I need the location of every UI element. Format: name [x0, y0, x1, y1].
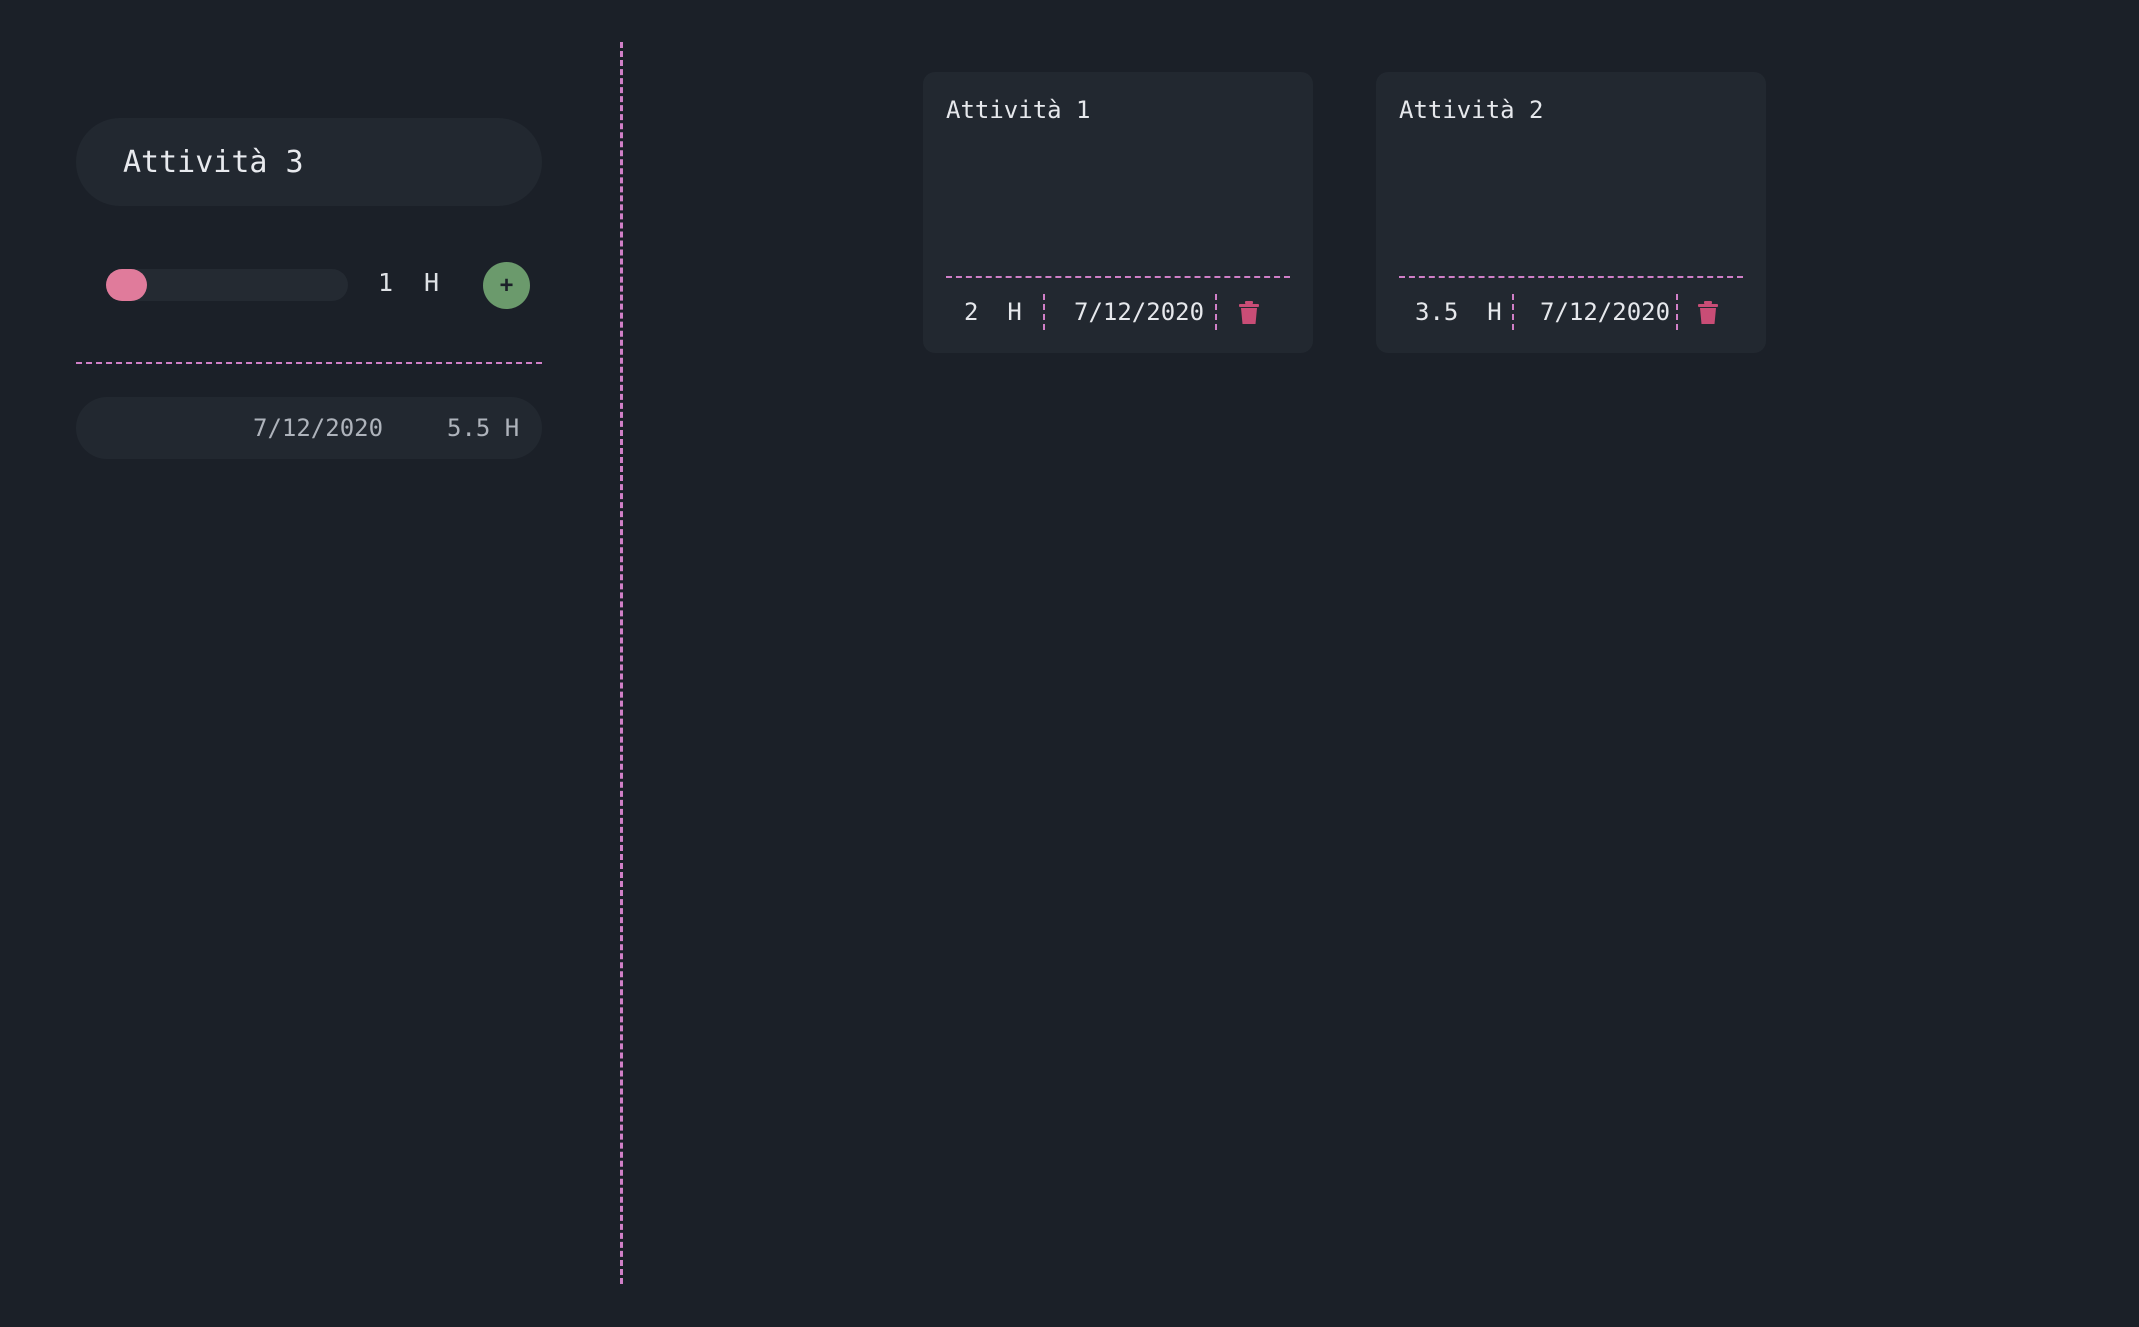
trash-icon[interactable] — [1697, 301, 1719, 325]
task-card: Attività 1 2 H 7/12/2020 — [923, 72, 1313, 353]
task-name-input[interactable]: Attività 3 — [76, 118, 542, 206]
task-card: Attività 2 3.5 H 7/12/2020 — [1376, 72, 1766, 353]
app-root: Attività 3 1 H + 7/12/2020 5.5 H Attivit… — [0, 0, 2139, 1327]
footer-separator — [1215, 294, 1217, 330]
hours-unit: H — [424, 268, 440, 297]
task-card-hours: 2 H — [964, 298, 1022, 326]
summary-date: 7/12/2020 — [253, 414, 384, 442]
task-name-value: Attività 3 — [123, 144, 304, 180]
footer-separator — [1676, 294, 1678, 330]
trash-icon[interactable] — [1238, 301, 1260, 325]
task-card-footer: 3.5 H 7/12/2020 — [1399, 294, 1743, 330]
hours-slider[interactable] — [106, 269, 348, 301]
hours-selector: 1 H + — [106, 262, 532, 309]
summary-total-hours: 5.5 H — [447, 414, 520, 442]
plus-icon: + — [499, 271, 514, 299]
vertical-divider — [620, 42, 623, 1284]
task-card-date: 7/12/2020 — [1540, 298, 1671, 326]
hours-slider-fill[interactable] — [106, 269, 148, 301]
task-card-divider — [1399, 276, 1743, 278]
task-card-divider — [946, 276, 1290, 278]
task-card-hours: 3.5 H — [1415, 298, 1502, 326]
sidebar: Attività 3 1 H + 7/12/2020 5.5 H — [0, 0, 620, 1327]
hours-value: 1 — [378, 268, 394, 297]
task-card-footer: 2 H 7/12/2020 — [946, 294, 1290, 330]
task-card-date: 7/12/2020 — [1074, 298, 1205, 326]
footer-separator — [1043, 294, 1045, 330]
add-task-button[interactable]: + — [483, 262, 530, 309]
daily-summary: 7/12/2020 5.5 H — [76, 397, 542, 459]
task-card-title: Attività 1 — [946, 96, 1091, 124]
sidebar-divider — [76, 362, 542, 364]
footer-separator — [1512, 294, 1514, 330]
task-card-title: Attività 2 — [1399, 96, 1544, 124]
